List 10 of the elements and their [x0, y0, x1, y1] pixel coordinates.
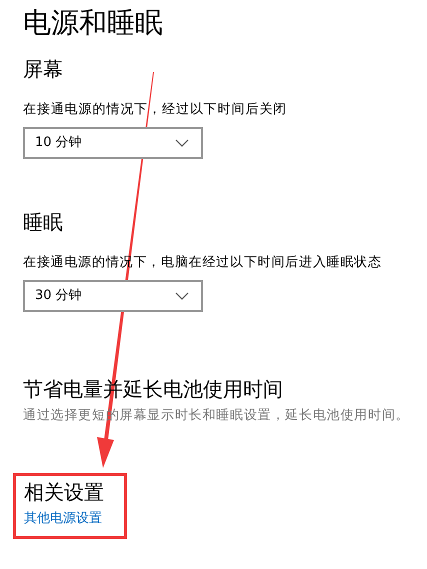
section-heading: 相关设置	[24, 479, 105, 506]
section-heading: 睡眠	[23, 209, 64, 235]
chevron-down-icon	[175, 139, 189, 147]
chevron-down-icon	[175, 292, 189, 300]
section-heading: 屏幕	[23, 56, 64, 82]
page-title: 电源和睡眠	[23, 6, 164, 40]
dropdown[interactable]: 10 分钟	[23, 127, 203, 159]
power-settings-link[interactable]: 其他电源设置	[24, 510, 124, 528]
dropdown[interactable]: 30 分钟	[23, 280, 203, 312]
setting-label: 在接通电源的情况下，经过以下时间后关闭	[23, 101, 288, 119]
